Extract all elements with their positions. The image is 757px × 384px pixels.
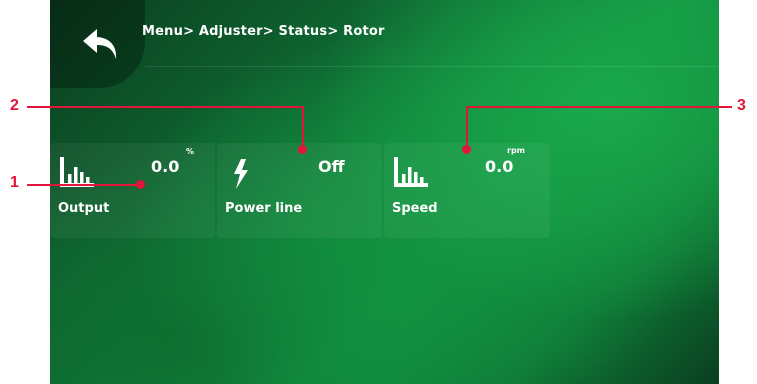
power-line-label: Power line (225, 201, 303, 216)
callout-dot-1 (136, 180, 145, 189)
callout-line-3-horizontal (467, 106, 732, 108)
callout-line-2-horizontal (27, 106, 303, 108)
lightning-icon (234, 159, 248, 189)
power-line-value: Off (318, 157, 345, 176)
speed-label: Speed (392, 201, 438, 216)
bar-chart-icon (394, 157, 428, 187)
output-label: Output (58, 201, 110, 216)
callout-number-1: 1 (10, 174, 19, 191)
speed-value: 0.0 (485, 157, 514, 176)
callout-line-2-vertical (302, 106, 304, 150)
output-value: 0.0 (151, 157, 180, 176)
output-tile[interactable]: 0.0 % Output (50, 143, 215, 238)
back-arrow-icon (82, 29, 116, 59)
output-unit: % (186, 147, 195, 156)
callout-line-3-vertical (466, 106, 468, 150)
callout-dot-2 (298, 145, 307, 154)
callout-number-2: 2 (10, 97, 19, 114)
speed-tile[interactable]: 0.0 rpm Speed (384, 143, 550, 238)
device-screen: Menu> Adjuster> Status> Rotor 0.0 % Outp… (50, 0, 719, 384)
speed-unit: rpm (507, 146, 526, 155)
back-button[interactable] (50, 0, 145, 88)
header-divider (145, 66, 719, 67)
breadcrumb: Menu> Adjuster> Status> Rotor (142, 24, 385, 39)
callout-number-3: 3 (737, 97, 746, 114)
callout-dot-3 (462, 145, 471, 154)
callout-line-1 (27, 184, 140, 186)
power-line-tile[interactable]: Off Power line (217, 143, 382, 238)
